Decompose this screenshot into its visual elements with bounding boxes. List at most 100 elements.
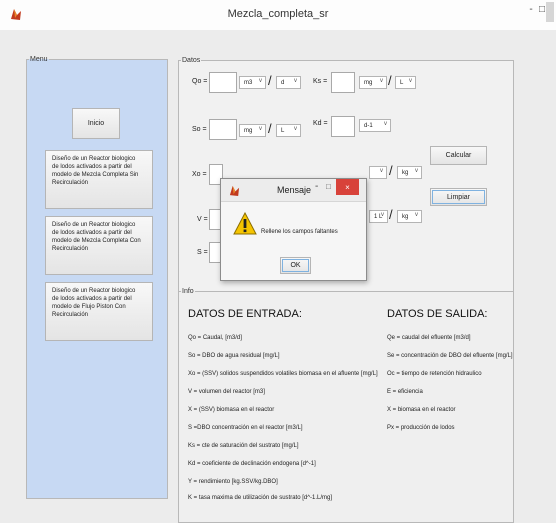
- chevron-down-icon: v: [259, 78, 262, 84]
- entrada-line: V = volumen del reactor [m3]: [188, 389, 265, 395]
- menu-button-line: modelo de Mezcla Completa Con: [52, 238, 141, 244]
- figure-area: Menu Inicio Diseño de un Reactor biologi…: [0, 30, 556, 523]
- entrada-line: Kd = coeficiente de declinación endogena…: [188, 461, 316, 467]
- menu-button-mezcla-con-recirculacion[interactable]: Diseño de un Reactor biologico de lodos …: [45, 216, 153, 275]
- chevron-down-icon: v: [415, 212, 418, 218]
- ok-button[interactable]: OK: [280, 257, 311, 274]
- y-unit2-value: kg: [402, 169, 409, 176]
- info-legend: Info: [182, 288, 194, 295]
- qo-unit2-value: d: [281, 79, 285, 86]
- k-unit2-value: kg: [402, 213, 409, 220]
- xo-label: Xo =: [192, 171, 207, 178]
- entrada-line: So = DBO de agua residual [mg/L]: [188, 353, 280, 359]
- menu-legend: Menu: [30, 56, 48, 63]
- salida-line: E = eficiencia: [387, 389, 423, 395]
- window-titlebar: Mezcla_completa_sr - □: [0, 0, 556, 30]
- menu-button-line: Diseño de un Reactor biologico: [52, 222, 136, 228]
- menu-panel: Menu Inicio Diseño de un Reactor biologi…: [26, 56, 168, 499]
- datos-entrada-heading: DATOS DE ENTRADA:: [188, 308, 302, 320]
- ks-unit2-value: L: [400, 79, 404, 86]
- so-unit2-select[interactable]: Lv: [276, 124, 301, 137]
- ks-label: Ks =: [313, 78, 328, 85]
- inicio-button[interactable]: Inicio: [72, 108, 120, 139]
- calcular-button[interactable]: Calcular: [430, 146, 487, 165]
- entrada-line: K = tasa maxima de utilización de sustra…: [188, 495, 333, 501]
- dialog-maximize-button[interactable]: □: [326, 182, 331, 191]
- qo-label: Qo =: [192, 78, 208, 85]
- dialog-title: Mensaje: [277, 185, 312, 195]
- so-unit2-value: L: [281, 127, 285, 134]
- menu-button-line: Recirculación: [52, 246, 89, 252]
- qo-unit2-select[interactable]: dv: [276, 76, 301, 89]
- dialog-titlebar: Mensaje - □ ×: [221, 179, 366, 202]
- chevron-down-icon: v: [381, 212, 384, 218]
- menu-button-line: modelo de Flujo Piston Con: [52, 304, 126, 310]
- window-title: Mezcla_completa_sr: [227, 8, 329, 20]
- salida-line: Qe = caudal del efluente [m3/d]: [387, 335, 471, 341]
- y-slash: /: [389, 163, 393, 178]
- chevron-down-icon: v: [409, 78, 412, 84]
- chevron-down-icon: v: [415, 168, 418, 174]
- so-unit1-value: mg: [244, 127, 253, 134]
- limpiar-button[interactable]: Limpiar: [430, 188, 487, 206]
- menu-button-line: Diseño de un Reactor biologico: [52, 156, 136, 162]
- kd-unit1-select[interactable]: d-1 v: [359, 119, 391, 132]
- ks-unit1-select[interactable]: mg v: [359, 76, 387, 89]
- entrada-line: Xo = (SSV) solidos suspendidos volatiles…: [188, 371, 378, 377]
- salida-line: X = biomasa en el reactor: [387, 407, 456, 413]
- menu-button-line: de lodos activados a partir del: [52, 230, 132, 236]
- chevron-down-icon: v: [259, 126, 262, 132]
- k-unit2-select[interactable]: kg v: [397, 210, 422, 223]
- k-unit1-select[interactable]: 1 Lv: [369, 210, 388, 223]
- so-label: So =: [192, 126, 207, 133]
- datos-salida-heading: DATOS DE SALIDA:: [387, 308, 488, 320]
- menu-button-mezcla-sin-recirculacion[interactable]: Diseño de un Reactor biologico de lodos …: [45, 150, 153, 209]
- salida-line: Se = concentración de DBO del efluente […: [387, 353, 513, 359]
- kd-input[interactable]: [331, 116, 355, 137]
- salida-line: Oc = tiempo de retención hidraulico: [387, 371, 482, 377]
- qo-input[interactable]: [209, 72, 237, 93]
- dialog-message: Rellene los campos faltantes: [261, 229, 338, 235]
- y-unit1-select[interactable]: v: [369, 166, 387, 179]
- mensaje-dialog: Mensaje - □ × Rellene los campos faltant…: [220, 178, 367, 281]
- menu-button-line: Recirculación: [52, 312, 89, 318]
- ks-unit1-value: mg: [364, 79, 373, 86]
- warning-icon: [233, 212, 257, 235]
- datos-legend: Datos: [182, 57, 201, 64]
- chevron-down-icon: v: [380, 168, 383, 174]
- chevron-down-icon: v: [294, 126, 297, 132]
- chevron-down-icon: v: [294, 78, 297, 84]
- menu-button-line: Diseño de un Reactor biologico: [52, 288, 136, 294]
- entrada-line: Qo = Caudal, [m3/d]: [188, 335, 242, 341]
- chevron-down-icon: v: [380, 78, 383, 84]
- menu-button-line: modelo de Mezcla Completa Sin: [52, 172, 139, 178]
- k-slash: /: [389, 207, 393, 222]
- s-label: S =: [197, 249, 208, 256]
- y-unit2-select[interactable]: kg v: [397, 166, 422, 179]
- qo-slash: /: [268, 73, 272, 88]
- menu-button-line: de lodos activados a partir del: [52, 296, 132, 302]
- chevron-down-icon: v: [384, 121, 387, 127]
- v-label: V =: [197, 216, 208, 223]
- entrada-line: Ks = cte de saturación del sustrato [mg/…: [188, 443, 299, 449]
- qo-unit1-select[interactable]: m3 v: [239, 76, 266, 89]
- kd-label: Kd =: [313, 120, 328, 127]
- ks-slash: /: [388, 73, 392, 88]
- qo-unit1-value: m3: [244, 79, 253, 86]
- menu-button-line: de lodos activados a partir del: [52, 164, 132, 170]
- salida-line: Px = producción de lodos: [387, 425, 455, 431]
- entrada-line: Y = rendimiento [kg.SSV/kg.DBO]: [188, 479, 278, 485]
- kd-unit1-value: d-1: [364, 122, 373, 129]
- info-panel: Info DATOS DE ENTRADA: Qo = Caudal, [m3/…: [178, 288, 514, 523]
- dialog-minimize-button[interactable]: -: [315, 181, 318, 192]
- dialog-close-button[interactable]: ×: [336, 179, 359, 195]
- ks-input[interactable]: [331, 72, 355, 93]
- ks-unit2-select[interactable]: Lv: [395, 76, 416, 89]
- entrada-line: S =DBO concentración en el reactor [m3/L…: [188, 425, 303, 431]
- so-input[interactable]: [209, 119, 237, 140]
- menu-button-flujo-piston[interactable]: Diseño de un Reactor biologico de lodos …: [45, 282, 153, 341]
- window-edge: [546, 2, 554, 22]
- so-unit1-select[interactable]: mg v: [239, 124, 266, 137]
- matlab-icon: [229, 185, 240, 196]
- menu-button-line: Recirculación: [52, 180, 89, 186]
